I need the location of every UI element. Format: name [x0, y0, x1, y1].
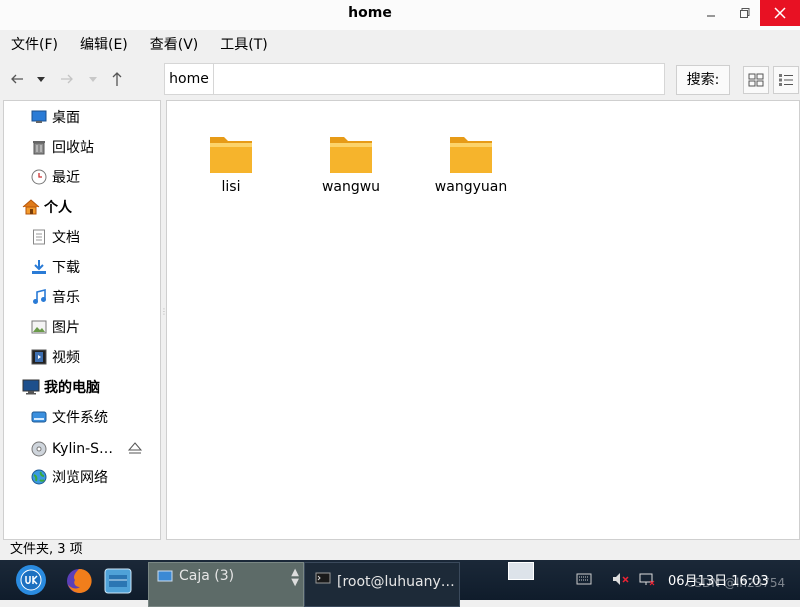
menu-bar: 文件(F) 编辑(E) 查看(V) 工具(T) — [0, 30, 800, 60]
close-button[interactable] — [760, 0, 800, 26]
trash-icon — [30, 138, 48, 156]
sidebar-item-music[interactable]: 音乐 — [30, 286, 80, 308]
dropdown-triangle-icon — [37, 77, 45, 82]
menu-edit[interactable]: 编辑(E) — [69, 30, 139, 60]
sidebar-item-label: 回收站 — [52, 140, 94, 156]
folder-item[interactable]: wangyuan — [421, 131, 521, 195]
terminal-icon — [315, 572, 331, 588]
forward-arrow-icon — [61, 74, 73, 84]
video-icon — [30, 348, 48, 366]
up-arrow-icon — [112, 72, 122, 86]
sidebar-item-label: 图片 — [52, 320, 80, 336]
eject-button[interactable] — [125, 438, 145, 458]
sidebar-item-trash[interactable]: 回收站 — [30, 136, 94, 158]
keyboard-icon[interactable] — [576, 573, 592, 589]
firefox-launcher[interactable] — [64, 566, 94, 596]
sidebar-heading-computer[interactable]: 我的电脑 — [22, 376, 100, 398]
folder-icon — [210, 137, 252, 173]
sidebar-item-filesystem[interactable]: 文件系统 — [30, 406, 108, 428]
firefox-icon — [67, 568, 92, 593]
list-view-icon — [779, 74, 793, 86]
folder-name: wangyuan — [434, 179, 508, 195]
folder-name: lisi — [221, 179, 241, 195]
network-icon — [30, 468, 48, 486]
start-menu-button[interactable] — [16, 565, 46, 595]
menu-tools[interactable]: 工具(T) — [209, 30, 278, 60]
volume-muted-icon[interactable] — [611, 571, 631, 591]
folder-icon — [450, 137, 492, 173]
sidebar-item-label: 浏览网络 — [52, 470, 108, 486]
path-crumb-home[interactable]: home — [164, 63, 213, 95]
disc-icon — [30, 440, 48, 458]
window-icon — [157, 570, 173, 586]
scroll-arrows-icon: ▲ ▼ — [291, 567, 299, 588]
clock-icon — [30, 168, 48, 186]
watermark: CSDN @lh23754 — [686, 576, 786, 590]
taskbar-window-label: [root@luhuany… — [337, 574, 455, 590]
sidebar-item-videos[interactable]: 视频 — [30, 346, 80, 368]
music-icon — [30, 288, 48, 306]
sidebar-item-documents[interactable]: 文档 — [30, 226, 80, 248]
dropdown-triangle-icon — [89, 77, 97, 82]
sidebar-heading-personal[interactable]: 个人 — [22, 196, 72, 218]
sidebar-item-label: 最近 — [52, 170, 80, 186]
drive-icon — [30, 408, 48, 426]
sidebar-item-label: Kylin-S… — [52, 441, 114, 457]
back-button[interactable] — [6, 68, 28, 90]
minimize-icon — [707, 15, 715, 17]
close-icon — [774, 7, 786, 19]
file-manager-launcher[interactable] — [103, 566, 133, 596]
location-entry[interactable] — [213, 63, 665, 95]
forward-history-dropdown[interactable] — [82, 68, 104, 90]
sidebar-item-label: 桌面 — [52, 110, 80, 126]
sidebar-item-label: 下载 — [52, 260, 80, 276]
up-button[interactable] — [106, 68, 128, 90]
document-icon — [30, 228, 48, 246]
folder-icon — [330, 137, 372, 173]
kylin-logo-icon — [20, 569, 42, 591]
show-desktop-button[interactable] — [508, 562, 534, 580]
taskbar-window-caja[interactable]: Caja (3) ▲ ▼ — [148, 562, 304, 607]
network-status-icon[interactable] — [638, 571, 656, 591]
sidebar-item-pictures[interactable]: 图片 — [30, 316, 80, 338]
window-title: home — [348, 5, 392, 21]
eject-icon — [127, 442, 143, 454]
folder-item[interactable]: wangwu — [301, 131, 401, 195]
restore-icon — [740, 8, 750, 18]
sidebar-item-label: 视频 — [52, 350, 80, 366]
picture-icon — [30, 318, 48, 336]
forward-button[interactable] — [56, 68, 78, 90]
back-history-dropdown[interactable] — [30, 68, 52, 90]
sidebar-item-label: 文档 — [52, 230, 80, 246]
grid-view-icon — [748, 73, 764, 87]
desktop-icon — [30, 108, 48, 126]
home-icon — [22, 198, 40, 216]
sidebar-item-label: 个人 — [44, 200, 72, 216]
pane-splitter-handle[interactable]: ⋮ — [160, 308, 168, 324]
sidebar-item-network[interactable]: 浏览网络 — [30, 466, 108, 488]
sidebar-item-label: 音乐 — [52, 290, 80, 306]
sidebar-item-label: 我的电脑 — [44, 380, 100, 396]
menu-view[interactable]: 查看(V) — [139, 30, 210, 60]
computer-icon — [22, 378, 40, 396]
sidebar-item-downloads[interactable]: 下载 — [30, 256, 80, 278]
list-view-button[interactable] — [773, 66, 799, 94]
sidebar-item-label: 文件系统 — [52, 410, 108, 426]
folder-name: wangwu — [321, 179, 381, 195]
download-icon — [30, 258, 48, 276]
taskbar-window-label: Caja (3) — [179, 568, 235, 584]
maximize-button[interactable] — [728, 0, 762, 26]
taskbar-window-terminal[interactable]: [root@luhuany… — [304, 562, 460, 607]
back-arrow-icon — [11, 74, 23, 84]
sidebar-item-desktop[interactable]: 桌面 — [30, 106, 80, 128]
file-manager-icon — [104, 568, 132, 594]
sidebar-item-kylin-disc[interactable]: Kylin-S… — [30, 438, 113, 460]
minimize-button[interactable] — [694, 0, 728, 26]
icon-view-button[interactable] — [743, 66, 769, 94]
status-bar: 文件夹, 3 项 — [0, 540, 800, 560]
search-button[interactable]: 搜索: — [676, 65, 730, 95]
sidebar-item-recent[interactable]: 最近 — [30, 166, 80, 188]
menu-file[interactable]: 文件(F) — [0, 30, 69, 60]
folder-item[interactable]: lisi — [181, 131, 281, 195]
